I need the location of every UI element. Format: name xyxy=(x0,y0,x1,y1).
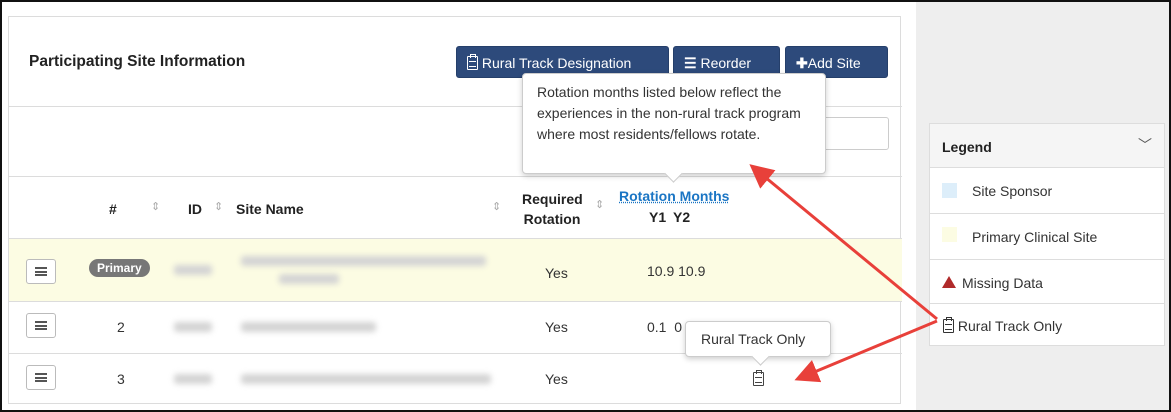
header-y2: Y2 xyxy=(673,209,691,225)
list-icon xyxy=(35,373,47,382)
legend-panel: Legend ﹀ Site Sponsor Primary Clinical S… xyxy=(929,123,1165,346)
required-value: Yes xyxy=(545,371,568,387)
legend-label: Site Sponsor xyxy=(972,183,1053,199)
rural-track-tooltip: Rural Track Only xyxy=(685,321,831,357)
row-details-button[interactable] xyxy=(26,313,56,338)
primary-badge: Primary xyxy=(89,259,150,277)
legend-label: Missing Data xyxy=(962,275,1043,291)
row-details-button[interactable] xyxy=(26,365,56,390)
sort-icon[interactable]: ⇕ xyxy=(595,198,604,211)
list-icon: ☰ xyxy=(684,55,697,71)
sort-icon[interactable]: ⇕ xyxy=(214,200,223,213)
redacted-site-name xyxy=(241,374,491,384)
primary-clinical-site-swatch xyxy=(942,227,957,242)
header-y1: Y1 xyxy=(649,209,667,225)
rotation-months-link[interactable]: Rotation Months xyxy=(619,188,729,204)
legend-item-primary-clinical-site: Primary Clinical Site xyxy=(930,215,1164,260)
header-id[interactable]: ID xyxy=(188,201,202,217)
legend-header[interactable]: Legend ﹀ xyxy=(930,124,1164,168)
redacted-id xyxy=(174,322,212,332)
add-site-label: Add Site xyxy=(807,55,861,71)
redacted-id xyxy=(174,374,212,384)
clipboard-icon xyxy=(943,317,954,333)
legend-item-site-sponsor: Site Sponsor xyxy=(930,169,1164,214)
redacted-site-name xyxy=(241,322,376,332)
row-number: 2 xyxy=(117,319,125,335)
clipboard-icon xyxy=(753,370,764,386)
row-number: 3 xyxy=(117,371,125,387)
header-required-rotation[interactable]: Required Rotation xyxy=(522,189,583,229)
reorder-label: Reorder xyxy=(700,55,752,71)
row-details-button[interactable] xyxy=(26,259,56,284)
rotation-months-tooltip: Rotation months listed below reflect the… xyxy=(522,73,826,174)
required-value: Yes xyxy=(545,319,568,335)
site-sponsor-swatch xyxy=(942,183,957,198)
plus-icon: ✚ xyxy=(796,55,808,71)
legend-entry: Rural Track Only xyxy=(943,317,1063,334)
required-value: Yes xyxy=(545,265,568,281)
legend-item-rural-track-only: Rural Track Only xyxy=(930,305,1164,346)
divider xyxy=(9,301,902,302)
rotation-months-value: 0.1 0 xyxy=(647,319,683,335)
clipboard-icon xyxy=(467,54,478,70)
rural-track-cell[interactable] xyxy=(753,370,764,387)
rural-track-designation-label: Rural Track Designation xyxy=(481,55,632,71)
legend-label: Rural Track Only xyxy=(957,318,1063,334)
list-icon xyxy=(35,267,47,276)
header-site-name[interactable]: Site Name xyxy=(236,201,304,217)
redacted-site-name xyxy=(241,256,486,266)
sort-icon[interactable]: ⇕ xyxy=(492,200,501,213)
legend-title: Legend xyxy=(942,139,992,155)
panel-title: Participating Site Information xyxy=(29,53,246,70)
warning-icon xyxy=(942,276,956,288)
rotation-months-value: 10.9 10.9 xyxy=(647,263,706,279)
header-required-line2: Rotation xyxy=(523,211,581,227)
header-num[interactable]: # xyxy=(109,201,117,217)
legend-label: Primary Clinical Site xyxy=(972,229,1098,245)
sort-icon[interactable]: ⇕ xyxy=(151,200,160,213)
redacted-site-name xyxy=(279,274,339,284)
redacted-id xyxy=(174,265,212,275)
chevron-down-icon[interactable]: ﹀ xyxy=(1138,135,1152,155)
header-required-line1: Required xyxy=(522,191,583,207)
divider xyxy=(9,176,902,177)
list-icon xyxy=(35,321,47,330)
legend-item-missing-data: Missing Data xyxy=(930,261,1164,304)
